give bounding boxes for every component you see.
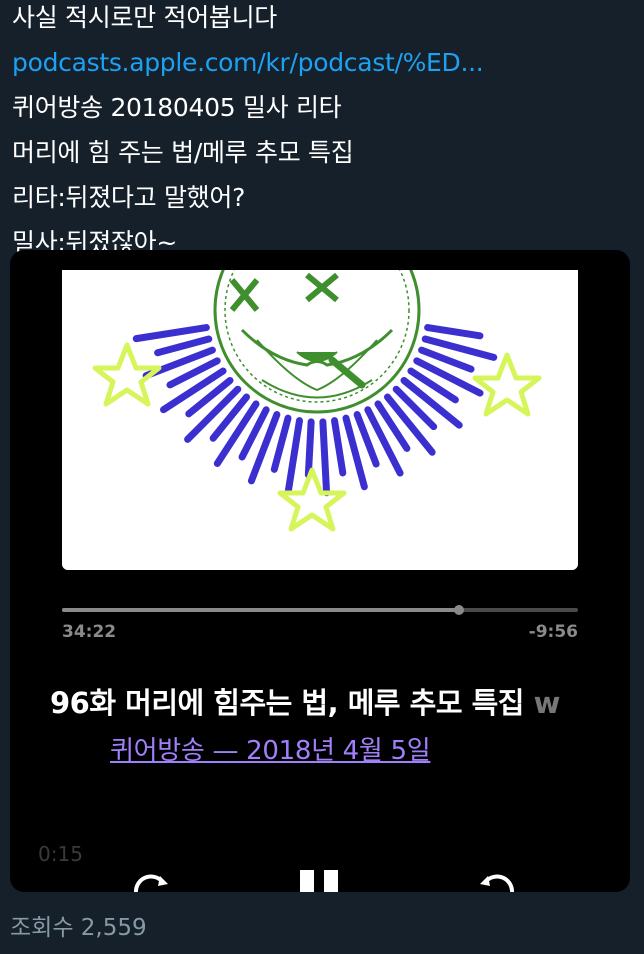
- episode-title: 96화 머리에 힘주는 법, 메루 추모 특집 w: [50, 680, 630, 722]
- artwork-illustration: [92, 270, 542, 532]
- sun-ray: [284, 417, 303, 495]
- playback-progress: [62, 608, 460, 612]
- sun-ray: [424, 324, 484, 340]
- episode-title-text: 96화 머리에 힘주는 법, 메루 추모 특집: [50, 686, 524, 720]
- elapsed-time: 34:22: [62, 622, 117, 642]
- tweet-line-4: 머리에 힘 주는 법/메루 추모 특집: [12, 138, 354, 167]
- sun-ray: [392, 385, 438, 431]
- sun-ray: [319, 418, 331, 497]
- episode-title-overflow: w: [533, 686, 561, 720]
- forward-15-icon[interactable]: [478, 870, 518, 892]
- sun-ray: [304, 418, 315, 479]
- rewind-15-icon[interactable]: [130, 870, 170, 892]
- video-time: 0:15: [38, 842, 83, 866]
- view-count: 조회수 2,559: [10, 915, 147, 941]
- tweet-text: 사실 적시로만 적어봅니다 podcasts.apple.com/kr/podc…: [12, 0, 632, 265]
- sun-ray: [132, 324, 210, 343]
- show-and-date-link[interactable]: 퀴어방송 — 2018년 4월 5일: [110, 730, 431, 767]
- podcast-link[interactable]: podcasts.apple.com/kr/podcast/%ED...: [12, 40, 632, 85]
- sun-ray: [331, 417, 347, 477]
- tweet-line-5: 리타:뒤졌다고 말했어?: [12, 183, 246, 212]
- podcast-artwork: [62, 270, 578, 570]
- embedded-video[interactable]: 34:22 -9:56 96화 머리에 힘주는 법, 메루 추모 특집 w 퀴어…: [10, 250, 630, 892]
- tweet-line-1: 사실 적시로만 적어봅니다: [12, 3, 277, 32]
- sun-ray: [270, 414, 292, 473]
- tweet-line-3: 퀴어방송 20180405 밀사 리타: [12, 93, 342, 122]
- playback-scrubber[interactable]: [62, 605, 578, 615]
- scrubber-handle[interactable]: [454, 605, 465, 615]
- pause-icon[interactable]: [296, 870, 346, 892]
- remaining-time: -9:56: [528, 622, 578, 642]
- sun-ray: [154, 335, 213, 357]
